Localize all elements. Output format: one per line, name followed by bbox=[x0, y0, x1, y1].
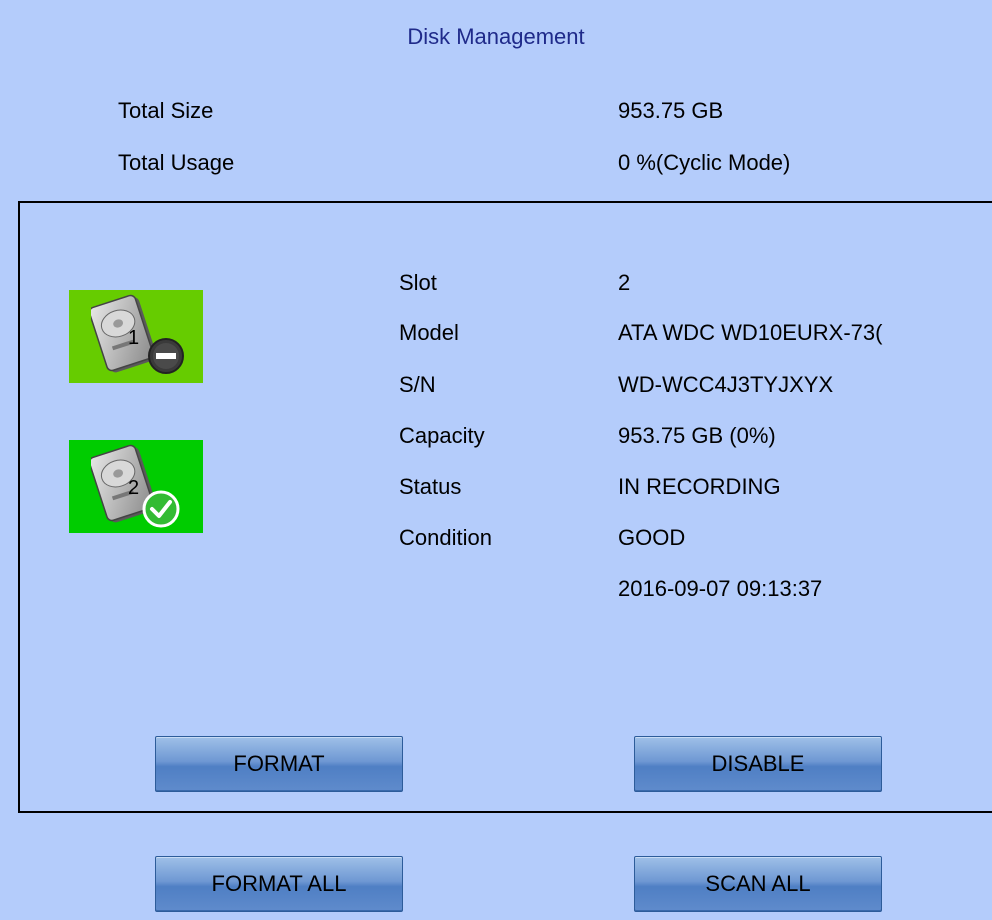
scan-all-button[interactable]: SCAN ALL bbox=[634, 856, 882, 912]
check-badge-icon bbox=[142, 490, 180, 528]
total-usage-value: 0 %(Cyclic Mode) bbox=[618, 150, 791, 175]
disk-number: 1 bbox=[128, 327, 139, 349]
model-value: ATA WDC WD10EURX-73( bbox=[618, 320, 883, 345]
status-value: IN RECORDING bbox=[618, 474, 781, 499]
slot-label: Slot bbox=[399, 270, 437, 295]
condition-value: GOOD bbox=[618, 525, 686, 550]
disable-button[interactable]: DISABLE bbox=[634, 736, 882, 792]
capacity-label: Capacity bbox=[399, 423, 485, 448]
slot-value: 2 bbox=[618, 270, 631, 295]
disk-tile-2[interactable]: 2 bbox=[69, 440, 203, 533]
total-usage-label: Total Usage bbox=[118, 150, 235, 175]
disk-number: 2 bbox=[128, 477, 139, 499]
page-title: Disk Management bbox=[407, 24, 585, 49]
total-size-label: Total Size bbox=[118, 98, 214, 123]
serial-number-label: S/N bbox=[399, 372, 436, 397]
serial-number-value: WD-WCC4J3TYJXYX bbox=[618, 372, 834, 397]
minus-badge-icon bbox=[148, 338, 184, 374]
disk-tile-1[interactable]: 1 bbox=[69, 290, 203, 383]
condition-label: Condition bbox=[399, 525, 492, 550]
total-size-value: 953.75 GB bbox=[618, 98, 724, 123]
format-all-button[interactable]: FORMAT ALL bbox=[155, 856, 403, 912]
format-button[interactable]: FORMAT bbox=[155, 736, 403, 792]
status-label: Status bbox=[399, 474, 462, 499]
model-label: Model bbox=[399, 320, 459, 345]
capacity-value: 953.75 GB (0%) bbox=[618, 423, 776, 448]
timestamp: 2016-09-07 09:13:37 bbox=[618, 576, 823, 601]
